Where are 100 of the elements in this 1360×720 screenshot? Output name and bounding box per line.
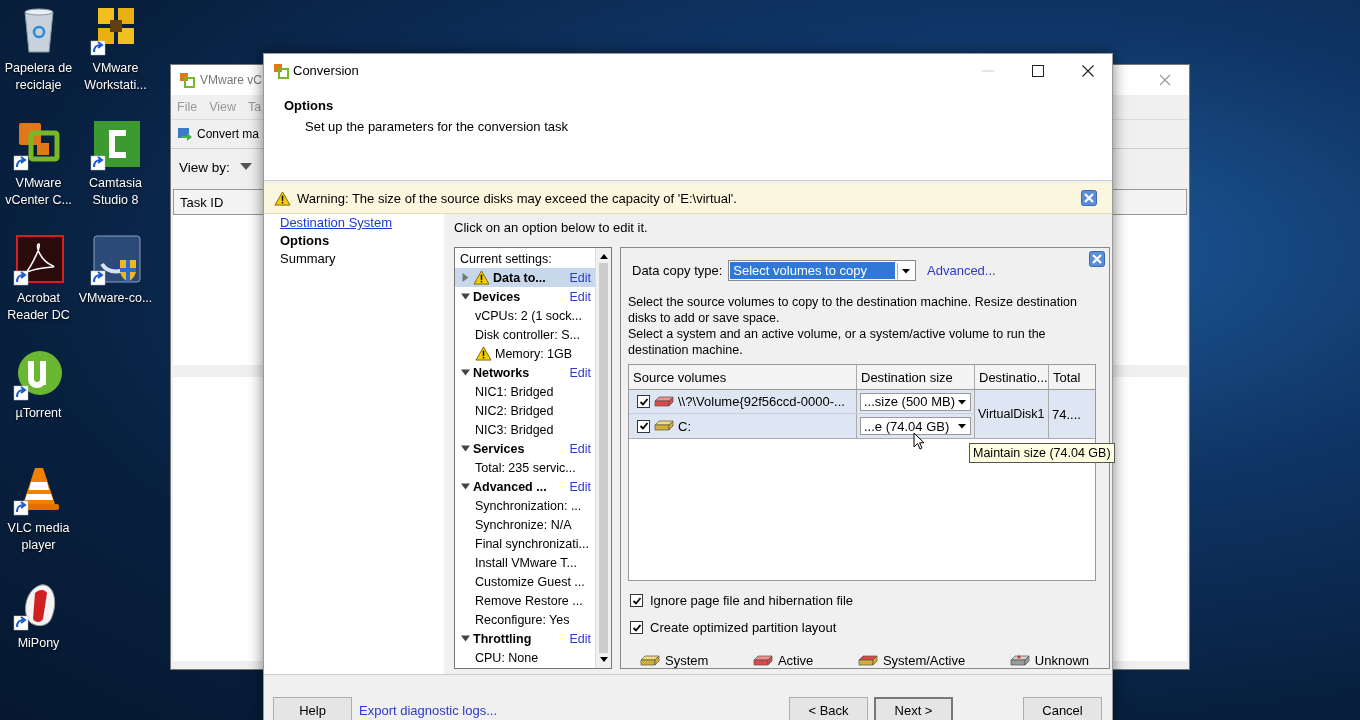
copy-type-dropdown[interactable]: Select volumes to copy (728, 260, 916, 281)
setting-value: vCPUs: 2 (1 sock... (475, 308, 582, 323)
settings-group[interactable]: Data to... Edit (455, 268, 595, 287)
checkbox[interactable] (637, 395, 650, 408)
help-button[interactable]: Help (273, 697, 352, 720)
caret-icon[interactable] (239, 163, 252, 171)
edit-link[interactable]: Edit (569, 441, 595, 456)
legend-label: Unknown (1034, 653, 1089, 668)
app-logo-icon[interactable] (12, 349, 65, 401)
group-title: Networks (473, 365, 531, 380)
scroll-down-icon[interactable] (599, 657, 608, 662)
setting-value: Customize Guest ... (475, 574, 585, 589)
list-header: Current settings: (459, 250, 552, 268)
settings-group[interactable]: Devices Edit (455, 287, 595, 306)
collapsed-icon[interactable] (461, 273, 470, 282)
setting-value: Reconfigure: Yes (475, 612, 570, 627)
window-title: Conversion (293, 63, 359, 78)
toolbar-button[interactable]: Convert ma (197, 127, 260, 141)
scrollbar[interactable] (595, 248, 611, 668)
cancel-button[interactable]: Cancel (1023, 697, 1102, 720)
group-title: Services (473, 441, 526, 456)
scroll-up-icon[interactable] (599, 254, 608, 259)
app-logo-icon[interactable] (89, 234, 142, 286)
group-title: Data to... (493, 270, 547, 285)
desktop-icon-label: Camtasia Studio 8 (88, 175, 143, 209)
warning-icon (274, 190, 291, 206)
column-header[interactable]: Destinatio... (975, 365, 1049, 389)
cursor-icon (913, 432, 925, 450)
setting-value: Synchronization: ... (475, 498, 582, 513)
instruction-text: Click on an option below to edit it. (454, 220, 648, 235)
setting-value: NIC1: Bridged (475, 384, 554, 399)
warning-text: Warning: The size of the source disks may exceed the capacity of 'E:\virtual'. (297, 190, 737, 206)
checkbox-label: Ignore page file and hibernation file (650, 593, 854, 608)
table-cell: 74.... (1052, 406, 1081, 422)
column-header[interactable]: Total (1049, 365, 1095, 389)
app-logo-icon[interactable] (89, 119, 142, 171)
page-subtitle: Set up the parameters for the conversion task (304, 119, 570, 134)
table-cell: VirtualDisk1 (978, 407, 1045, 421)
desktop-icon-label: Papelera de reciclaje (3, 60, 74, 94)
expanded-icon[interactable] (461, 292, 470, 301)
desktop-icon-label: VMware-co... (77, 290, 154, 307)
view-by-label: View by: (179, 159, 230, 175)
description-text: Select the source volumes to copy to the destination machine. Resize destination disks to add or save space. (628, 294, 1078, 326)
nav-item[interactable]: Summary (280, 250, 336, 268)
setting-value: Disk controller: S... (475, 327, 580, 342)
next-button[interactable]: Next > (874, 697, 953, 720)
convert-icon[interactable] (177, 126, 193, 142)
group-title: Throttling (473, 631, 533, 646)
setting-value: Synchronize: N/A (475, 517, 572, 532)
checkbox[interactable] (637, 419, 650, 433)
close-icon[interactable] (1082, 64, 1094, 77)
desktop-icon-label: VMware vCenter C... (4, 175, 73, 209)
edit-link[interactable]: Edit (569, 365, 595, 380)
settings-group[interactable]: Networks Edit (455, 363, 595, 382)
checkbox[interactable] (630, 621, 643, 634)
volume-name: \\?\Volume{92f56ccd-0000-... (678, 394, 845, 409)
export-logs-link[interactable]: Export diagnostic logs... (359, 703, 498, 718)
warning-icon (475, 346, 492, 361)
back-button[interactable]: < Back (789, 697, 868, 720)
desktop-icon-label: VLC media player (6, 520, 71, 554)
size-dropdown[interactable]: ...size (500 MB) (860, 392, 971, 411)
column-header[interactable]: Source volumes (629, 365, 857, 389)
setting-value: Total: 235 servic... (475, 460, 576, 475)
app-logo-icon (273, 62, 289, 79)
settings-group[interactable]: Throttling Edit (455, 629, 595, 648)
setting-value: NIC2: Bridged (475, 403, 554, 418)
advanced-link[interactable]: Advanced... (927, 263, 996, 278)
field-label: Data copy type: (632, 263, 723, 278)
expanded-icon[interactable] (461, 482, 470, 491)
app-logo-icon[interactable] (12, 234, 65, 286)
legend-label: System (665, 653, 709, 668)
column-header[interactable]: Destination size (857, 365, 975, 389)
setting-value: Final synchronizati... (475, 536, 589, 551)
maximize-icon[interactable] (1032, 64, 1044, 77)
setting-value: Install VMware T... (475, 555, 577, 570)
window-title: VMware vC (200, 73, 262, 87)
size-dropdown[interactable]: ...e (74.04 GB) (860, 417, 971, 435)
legend-label: Active (777, 653, 814, 668)
column-header[interactable]: Task ID (180, 194, 224, 210)
group-title: Advanced ... (473, 479, 548, 494)
page-title: Options (284, 98, 335, 113)
tooltip: Maintain size (74.04 GB) (969, 443, 1115, 463)
checkbox[interactable] (630, 594, 643, 607)
settings-group[interactable]: Services Edit (455, 439, 595, 458)
desktop-icon-label: µTorrent (14, 405, 63, 422)
nav-link[interactable]: Destination System (280, 214, 392, 232)
desktop-icon-label: MiPony (16, 635, 61, 652)
nav-item[interactable]: Options (280, 232, 330, 250)
warning-icon (473, 270, 490, 285)
group-title: Devices (473, 289, 522, 304)
legend-label: System/Active (882, 653, 966, 668)
edit-link[interactable]: Edit (569, 479, 595, 494)
expanded-icon[interactable] (461, 444, 470, 453)
setting-value: NIC3: Bridged (475, 422, 554, 437)
settings-group[interactable]: Advanced ... Edit (455, 477, 595, 496)
desktop-icon-label: Acrobat Reader DC (6, 290, 71, 324)
edit-link[interactable]: Edit (569, 270, 595, 285)
edit-link[interactable]: Edit (569, 631, 595, 646)
edit-link[interactable]: Edit (569, 289, 595, 304)
expanded-icon[interactable] (461, 634, 470, 643)
